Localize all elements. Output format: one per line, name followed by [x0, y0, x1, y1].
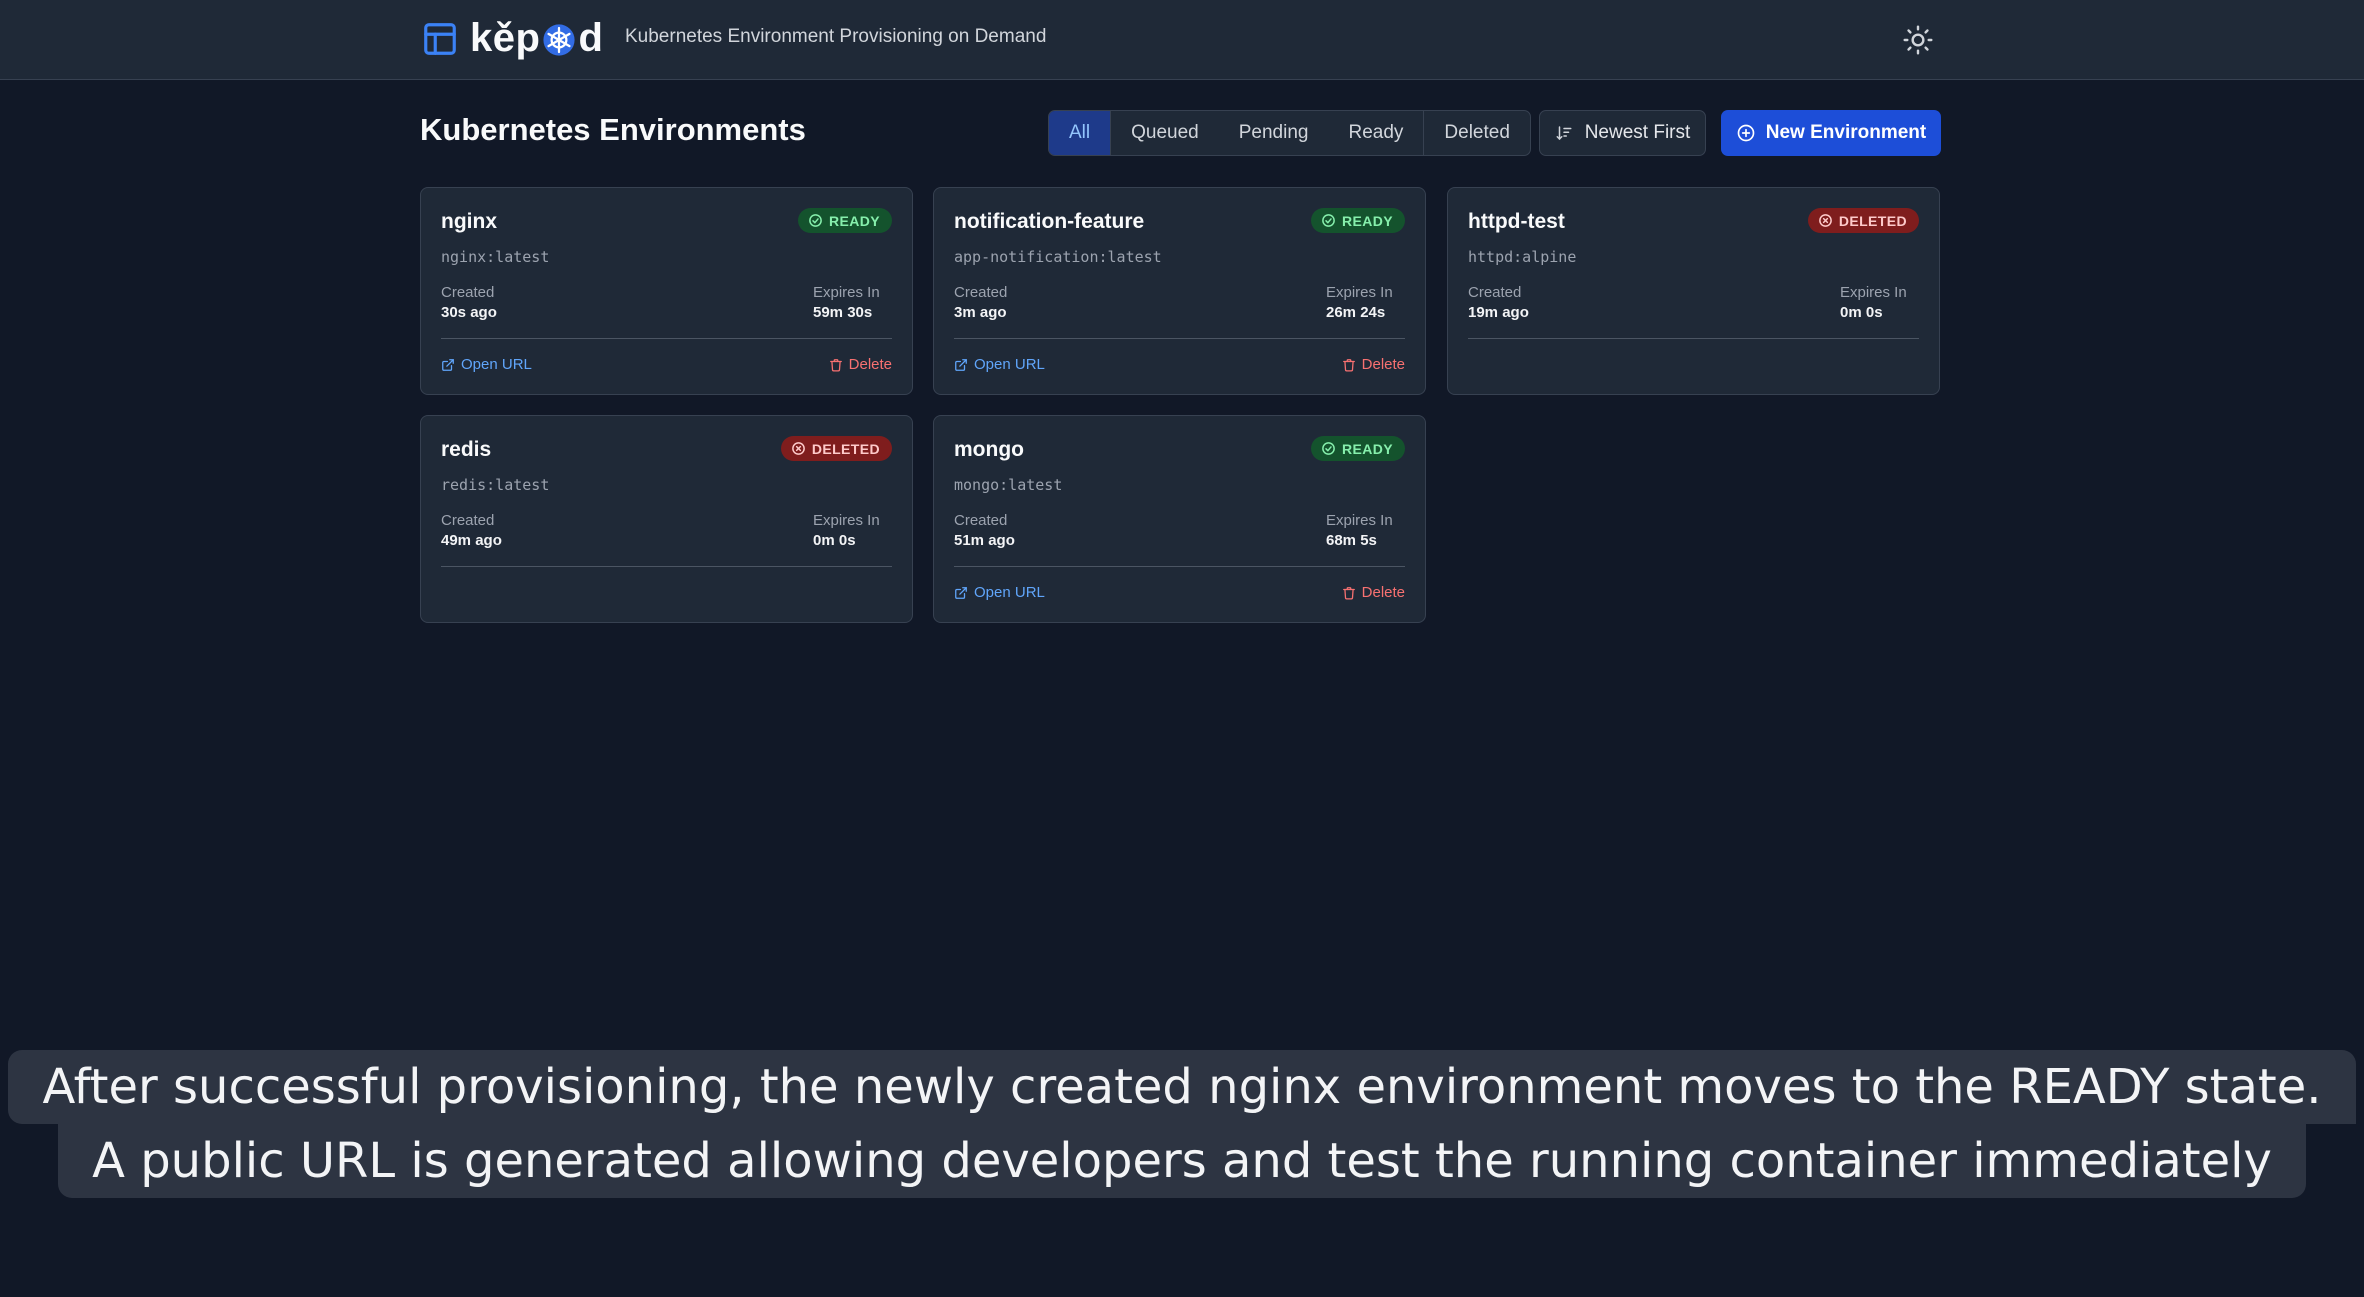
sort-label: Newest First [1584, 122, 1691, 143]
open-url-label: Open URL [974, 584, 1045, 601]
created-label: Created [1468, 284, 1522, 301]
status-badge: DELETED [1807, 208, 1919, 233]
status-label: DELETED [811, 440, 880, 457]
delete-label: Delete [1361, 356, 1405, 373]
status-label: READY [828, 212, 880, 229]
filter-all-button[interactable]: All [1049, 111, 1112, 155]
created-value: 49m ago [441, 532, 502, 549]
external-link-icon [955, 358, 967, 371]
plus-circle-icon [1737, 124, 1755, 142]
environment-card-redis: redis DELETED redis:latest Created 49m a… [420, 415, 913, 623]
logo-icon[interactable] [421, 20, 459, 58]
external-link-icon [955, 586, 967, 599]
status-label: READY [1341, 212, 1393, 229]
card-divider [1468, 338, 1919, 339]
new-environment-button[interactable]: New Environment [1721, 110, 1941, 156]
status-label: READY [1341, 440, 1393, 457]
environment-name: httpd-test [1468, 210, 1565, 233]
filter-deleted-button[interactable]: Deleted [1423, 111, 1530, 155]
environment-card-httpd-test: httpd-test DELETED httpd:alpine Created … [1447, 187, 1940, 395]
expires-value: 26m 24s [1326, 304, 1386, 321]
created-value: 51m ago [954, 532, 1015, 549]
expires-label: Expires In [813, 512, 880, 529]
caption-line-2: A public URL is generated allowing devel… [58, 1124, 2306, 1198]
page-title: Kubernetes Environments [420, 112, 806, 147]
check-circle-icon [809, 214, 822, 227]
container-image: mongo:latest [954, 476, 1063, 494]
expires-value: 0m 0s [813, 532, 856, 549]
created-value: 30s ago [441, 304, 497, 321]
expires-value: 0m 0s [1840, 304, 1883, 321]
delete-button[interactable]: Delete [1342, 584, 1405, 601]
sort-descending-icon [1556, 126, 1572, 141]
environment-name: redis [441, 438, 492, 461]
external-link-icon [442, 358, 454, 371]
open-url-link[interactable]: Open URL [441, 356, 532, 373]
status-badge: READY [1310, 208, 1405, 233]
created-label: Created [954, 284, 1008, 301]
check-circle-icon [1322, 442, 1335, 455]
app-tagline: Kubernetes Environment Provisioning on D… [625, 26, 1047, 47]
open-url-link[interactable]: Open URL [954, 356, 1045, 373]
status-badge: READY [797, 208, 892, 233]
created-label: Created [954, 512, 1008, 529]
logo-text-end: d [578, 15, 604, 60]
filter-ready-button[interactable]: Ready [1328, 111, 1423, 155]
card-divider [954, 566, 1405, 567]
caption-line-1: After successful provisioning, the newly… [8, 1050, 2356, 1124]
check-circle-icon [1322, 214, 1335, 227]
logo-text-start: kěp [470, 15, 541, 60]
expires-label: Expires In [1326, 284, 1393, 301]
delete-button[interactable]: Delete [1342, 356, 1405, 373]
sort-button[interactable]: Newest First [1539, 110, 1706, 156]
new-environment-label: New Environment [1765, 122, 1927, 143]
card-divider [441, 566, 892, 567]
expires-value: 68m 5s [1326, 532, 1377, 549]
card-divider [954, 338, 1405, 339]
sun-icon[interactable] [1902, 24, 1934, 56]
open-url-label: Open URL [461, 356, 532, 373]
video-caption: After successful provisioning, the newly… [0, 1050, 2364, 1198]
x-circle-icon [1818, 214, 1832, 227]
created-value: 19m ago [1468, 304, 1529, 321]
status-filter-group: All Queued Pending Ready Deleted [1048, 110, 1531, 156]
delete-label: Delete [1361, 584, 1405, 601]
open-url-label: Open URL [974, 356, 1045, 373]
delete-label: Delete [848, 356, 892, 373]
open-url-link[interactable]: Open URL [954, 584, 1045, 601]
container-image: nginx:latest [441, 248, 550, 266]
created-value: 3m ago [954, 304, 1007, 321]
filter-queued-button[interactable]: Queued [1111, 111, 1219, 155]
expires-label: Expires In [813, 284, 880, 301]
expires-value: 59m 30s [813, 304, 873, 321]
expires-label: Expires In [1840, 284, 1907, 301]
status-badge: DELETED [780, 436, 892, 461]
environment-name: nginx [441, 210, 497, 233]
x-circle-icon [791, 442, 805, 455]
container-image: app-notification:latest [954, 248, 1162, 266]
created-label: Created [441, 512, 495, 529]
environment-card-notification-feature: notification-feature READY app-notificat… [933, 187, 1426, 395]
created-label: Created [441, 284, 495, 301]
status-label: DELETED [1838, 212, 1907, 229]
environment-card-mongo: mongo READY mongo:latest Created 51m ago… [933, 415, 1426, 623]
app-logo[interactable]: kěp d [470, 10, 603, 66]
expires-label: Expires In [1326, 512, 1393, 529]
environment-card-nginx: nginx READY nginx:latest Created 30s ago… [420, 187, 913, 395]
filter-pending-button[interactable]: Pending [1219, 111, 1329, 155]
environment-name: notification-feature [954, 210, 1145, 233]
top-navbar: kěp d Kubernetes Environment Provisionin… [0, 0, 2364, 80]
container-image: redis:latest [441, 476, 550, 494]
card-divider [441, 338, 892, 339]
delete-button[interactable]: Delete [829, 356, 892, 373]
trash-icon [1342, 358, 1355, 371]
trash-icon [1342, 586, 1355, 599]
environment-name: mongo [954, 438, 1024, 461]
status-badge: READY [1310, 436, 1405, 461]
container-image: httpd:alpine [1468, 248, 1577, 266]
trash-icon [829, 358, 842, 371]
kubernetes-helm-icon [543, 24, 576, 56]
